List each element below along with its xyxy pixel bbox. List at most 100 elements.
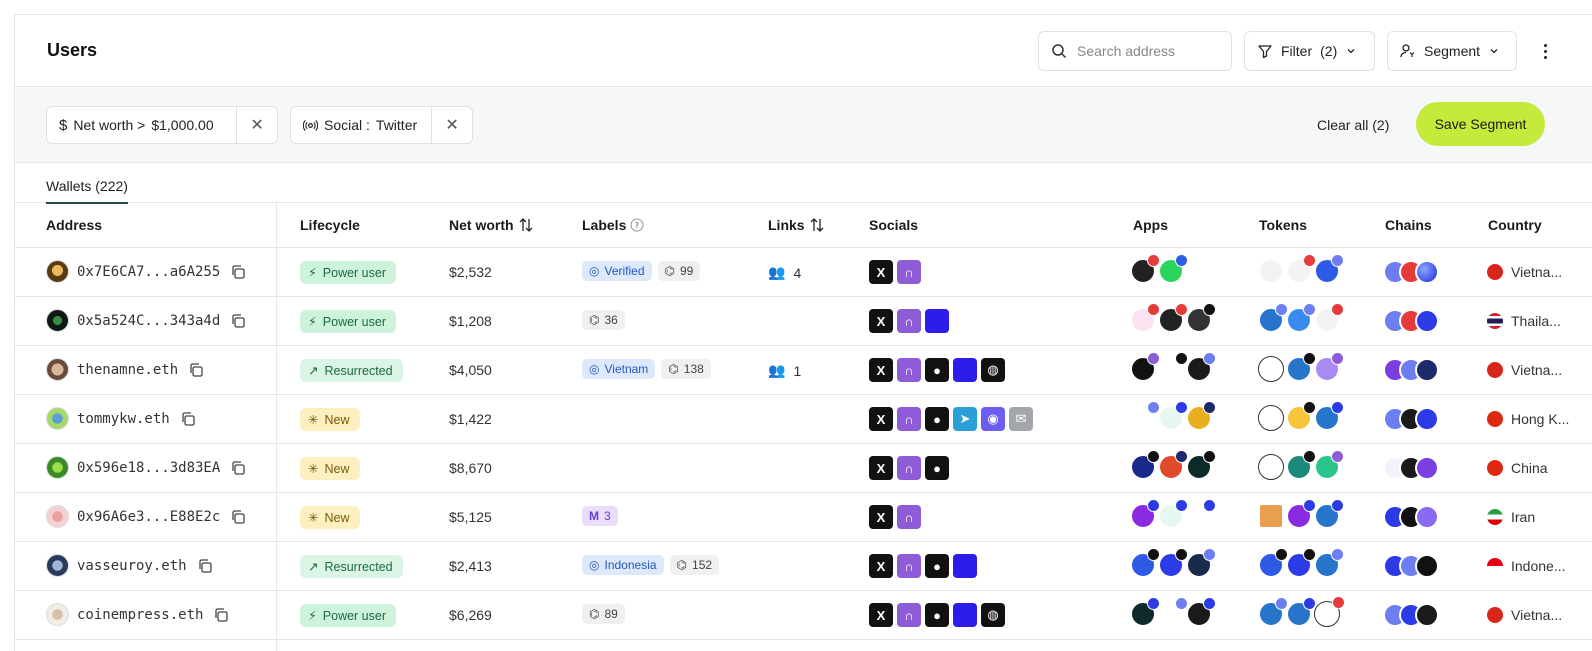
label-count-badge[interactable]: ⌬ 138: [661, 359, 711, 379]
app-icon[interactable]: [1130, 597, 1160, 627]
copy-icon[interactable]: [230, 460, 246, 476]
app-icon[interactable]: [1130, 401, 1160, 431]
table-row[interactable]: 0x96A6e3...E88E2c ✳ New $5,125 M3 X ∩ Ir…: [15, 493, 1592, 542]
nouns-icon[interactable]: ∩: [897, 554, 921, 578]
eth-token-icon[interactable]: [1314, 303, 1344, 333]
wallet-address[interactable]: thenamne.eth: [77, 362, 178, 378]
farcaster-icon[interactable]: [925, 309, 949, 333]
token-icon[interactable]: [1286, 450, 1316, 480]
copy-icon[interactable]: [180, 411, 196, 427]
token-icon[interactable]: [1314, 450, 1344, 480]
label-badge[interactable]: ◎ Vietnam: [582, 359, 656, 379]
token-icon[interactable]: [1258, 548, 1288, 578]
table-row[interactable]: thenamne.eth ↗ Resurrected $4,050 ◎ Vietna…: [15, 346, 1592, 395]
label-count-badge[interactable]: ⌬ 152: [669, 555, 720, 575]
label-count-badge[interactable]: ⌬ 89: [582, 604, 625, 624]
app-icon[interactable]: [1186, 597, 1216, 627]
token-icon[interactable]: [1314, 352, 1344, 382]
app-icon[interactable]: [1158, 303, 1188, 333]
x-twitter-icon[interactable]: X: [869, 407, 893, 431]
app-icon[interactable]: [1130, 499, 1160, 529]
label-badge[interactable]: ◎ Indonesia: [582, 555, 664, 575]
app-icon[interactable]: [1186, 352, 1216, 382]
app-icon[interactable]: [1130, 548, 1160, 578]
sort-icon[interactable]: [809, 217, 825, 233]
label-count-badge[interactable]: ⌬ 99: [657, 261, 701, 281]
chain-icon[interactable]: [1415, 505, 1439, 529]
app-icon[interactable]: [1186, 303, 1216, 333]
close-icon[interactable]: ✕: [432, 107, 472, 143]
clear-all-button[interactable]: Clear all (2): [1317, 117, 1389, 133]
wallet-address[interactable]: coinempress.eth: [77, 607, 203, 623]
token-icon[interactable]: [1258, 503, 1284, 529]
links-cell[interactable]: 👥 4: [768, 264, 801, 281]
base-chain-icon[interactable]: [1415, 407, 1439, 431]
farcaster-icon[interactable]: [953, 358, 977, 382]
app-icon[interactable]: [1186, 401, 1216, 431]
eth-token-icon[interactable]: [1286, 254, 1316, 284]
sort-icon[interactable]: [518, 217, 534, 233]
x-twitter-icon[interactable]: X: [869, 456, 893, 480]
table-row[interactable]: 0x5a524C...343a4d ⚡ Power user $1,208 ⌬ 36…: [15, 297, 1592, 346]
x-twitter-icon[interactable]: X: [869, 309, 893, 333]
nouns-icon[interactable]: ∩: [897, 407, 921, 431]
app-icon[interactable]: [1158, 254, 1188, 284]
x-twitter-icon[interactable]: X: [869, 358, 893, 382]
save-segment-button[interactable]: Save Segment: [1416, 102, 1545, 146]
app-icon[interactable]: [1186, 450, 1216, 480]
usdc-token-icon[interactable]: [1258, 303, 1288, 333]
nouns-icon[interactable]: ∩: [897, 505, 921, 529]
label-badge[interactable]: ◎ Verified: [582, 261, 652, 281]
filter-chip-net-worth[interactable]: $ Net worth > $1,000.00 ✕: [46, 106, 278, 144]
app-icon[interactable]: [1158, 499, 1188, 529]
nouns-icon[interactable]: ∩: [897, 309, 921, 333]
app-icon[interactable]: [1130, 352, 1160, 382]
wallet-address[interactable]: vasseuroy.eth: [77, 558, 187, 574]
weth-token-icon[interactable]: [1314, 596, 1345, 627]
label-count-badge[interactable]: M3: [582, 506, 618, 526]
col-net-worth[interactable]: Net worth: [449, 217, 534, 233]
cat-icon[interactable]: ●: [925, 358, 949, 382]
usdc-token-icon[interactable]: [1258, 597, 1288, 627]
discord-icon[interactable]: ◉: [981, 407, 1005, 431]
filter-chip-social[interactable]: Social : Twitter ✕: [290, 106, 473, 144]
token-icon[interactable]: [1286, 303, 1316, 333]
usdc-token-icon[interactable]: [1286, 597, 1316, 627]
copy-icon[interactable]: [230, 509, 246, 525]
globe-icon[interactable]: ◍: [981, 603, 1005, 627]
chain-icon[interactable]: [1415, 554, 1439, 578]
app-icon[interactable]: [1158, 548, 1188, 578]
farcaster-icon[interactable]: [953, 603, 977, 627]
app-icon[interactable]: [1130, 254, 1160, 284]
cat-icon[interactable]: ●: [925, 554, 949, 578]
copy-icon[interactable]: [230, 313, 246, 329]
globe-icon[interactable]: ◍: [981, 358, 1005, 382]
table-row[interactable]: vasseuroy.eth ↗ Resurrected $2,413 ◎ Indon…: [15, 542, 1592, 591]
bnb-chain-icon[interactable]: [1415, 603, 1439, 627]
app-icon[interactable]: [1186, 548, 1216, 578]
label-count-badge[interactable]: ⌬ 36: [582, 310, 625, 330]
cube-app-icon[interactable]: [1186, 499, 1216, 529]
wallet-address[interactable]: 0x596e18...3d83EA: [77, 460, 220, 476]
tab-wallets[interactable]: Wallets (222): [46, 178, 128, 204]
more-vertical-icon[interactable]: [1537, 39, 1553, 63]
email-icon[interactable]: ✉: [1009, 407, 1033, 431]
chain-icon[interactable]: [1415, 456, 1439, 480]
cat-icon[interactable]: ●: [925, 603, 949, 627]
table-row[interactable]: tommykw.eth ✳ New $1,422 X ∩ ● ➤ ◉ ✉ Hon…: [15, 395, 1592, 444]
wallet-address[interactable]: tommykw.eth: [77, 411, 170, 427]
nouns-icon[interactable]: ∩: [897, 260, 921, 284]
wallet-address[interactable]: 0x96A6e3...E88E2c: [77, 509, 220, 525]
app-icon[interactable]: [1130, 450, 1160, 480]
filter-button[interactable]: Filter (2): [1244, 31, 1375, 71]
close-icon[interactable]: ✕: [237, 107, 277, 143]
usdc-token-icon[interactable]: [1314, 548, 1344, 578]
x-twitter-icon[interactable]: X: [869, 603, 893, 627]
copy-icon[interactable]: [197, 558, 213, 574]
cat-icon[interactable]: ●: [925, 456, 949, 480]
farcaster-icon[interactable]: [953, 554, 977, 578]
wallet-address[interactable]: 0x7E6CA7...a6A255: [77, 264, 220, 280]
chain-icon[interactable]: [1415, 260, 1439, 284]
uniswap-app-icon[interactable]: [1130, 303, 1160, 333]
app-icon[interactable]: [1158, 597, 1188, 627]
